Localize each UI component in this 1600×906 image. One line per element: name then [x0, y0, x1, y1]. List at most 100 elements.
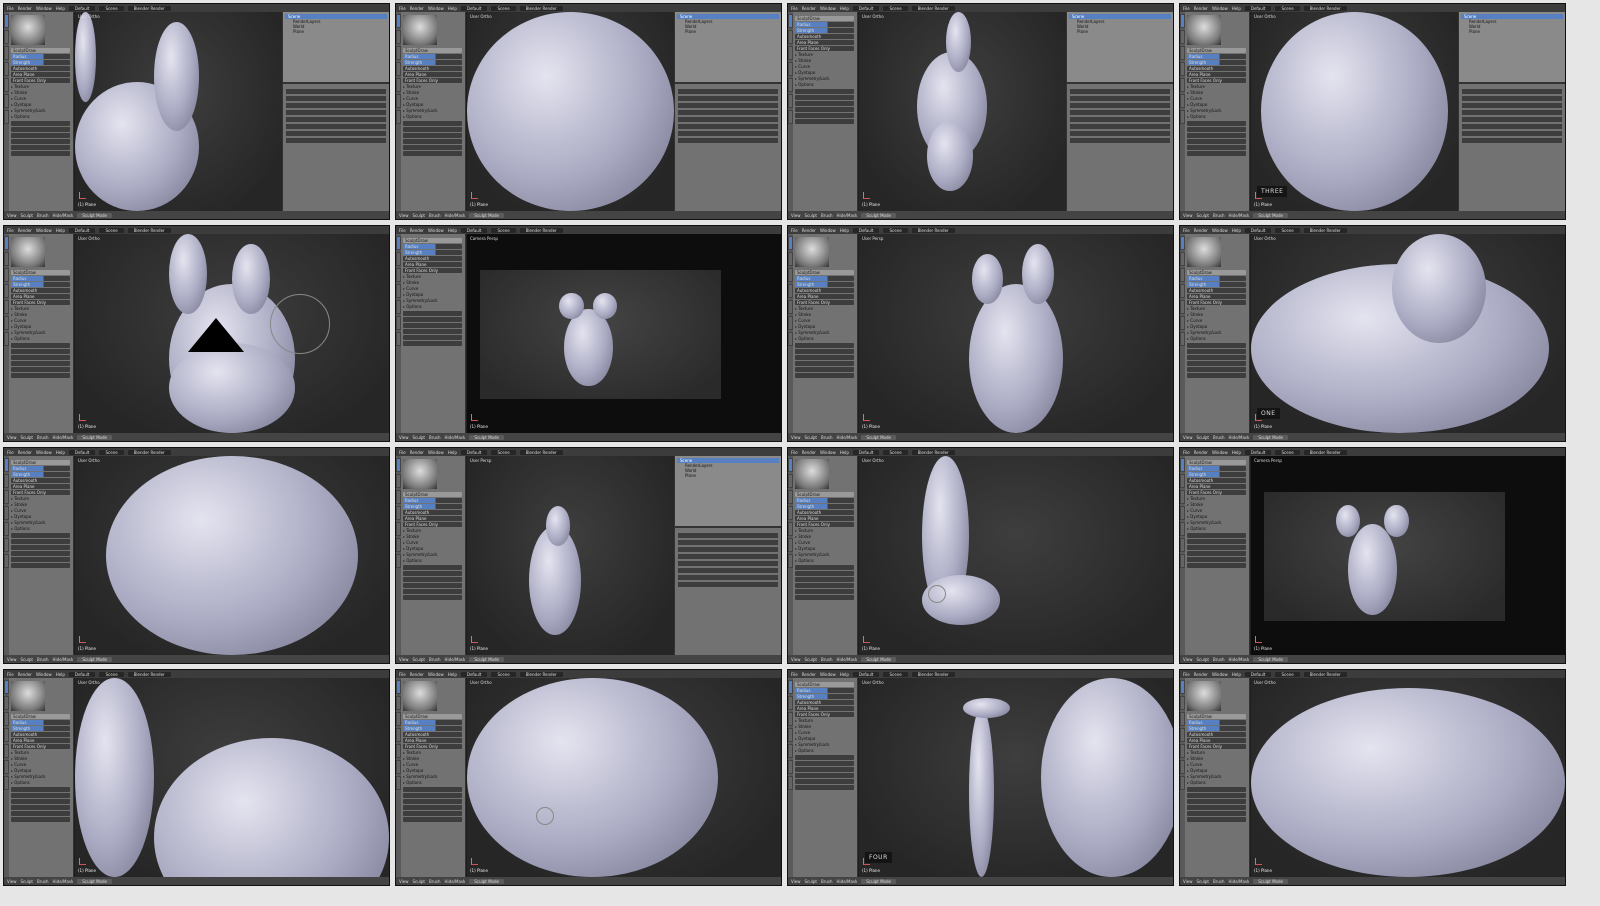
menu-render[interactable]: Render: [18, 228, 32, 233]
menu-file[interactable]: File: [1183, 450, 1190, 455]
sculpt-mesh[interactable]: [1041, 678, 1173, 877]
menu-file[interactable]: File: [7, 228, 14, 233]
tool-tab[interactable]: [788, 728, 793, 742]
menu-hide-mask[interactable]: Hide/Mask: [1229, 879, 1250, 884]
menu-window[interactable]: Window: [428, 672, 444, 677]
tool-tab[interactable]: [396, 62, 401, 76]
tool-tab[interactable]: [4, 744, 9, 758]
tool-tab[interactable]: [1180, 554, 1185, 568]
tool-tab[interactable]: [1180, 728, 1185, 742]
setting-row[interactable]: [795, 785, 854, 790]
menu-hide-mask[interactable]: Hide/Mask: [1229, 435, 1250, 440]
setting-row[interactable]: [1187, 805, 1246, 810]
setting-row[interactable]: [11, 557, 70, 562]
property-row[interactable]: [1070, 109, 1170, 115]
menu-view[interactable]: View: [7, 879, 17, 884]
brush-field[interactable]: Area Plane: [795, 294, 854, 299]
tool-tab[interactable]: [396, 14, 401, 28]
setting-row[interactable]: [795, 571, 854, 576]
setting-row[interactable]: [11, 151, 70, 156]
property-row[interactable]: [678, 532, 778, 538]
property-row[interactable]: [678, 539, 778, 545]
tool-tab[interactable]: [396, 458, 401, 472]
brush-name-field[interactable]: SculptDraw: [1187, 460, 1246, 465]
tool-tab[interactable]: [1180, 268, 1185, 282]
property-row[interactable]: [1070, 130, 1170, 136]
setting-row[interactable]: [403, 151, 462, 156]
menu-help[interactable]: Help: [56, 450, 65, 455]
property-row[interactable]: [678, 130, 778, 136]
panel-options[interactable]: Options: [1187, 526, 1246, 532]
tool-tab[interactable]: [788, 744, 793, 758]
layout-selector[interactable]: Default: [852, 5, 880, 11]
tool-tab[interactable]: [396, 474, 401, 488]
setting-row[interactable]: [403, 565, 462, 570]
panel-options[interactable]: Options: [403, 558, 462, 564]
setting-row[interactable]: [11, 551, 70, 556]
menu-render[interactable]: Render: [410, 672, 424, 677]
tool-tab[interactable]: [1180, 712, 1185, 726]
panel-options[interactable]: Options: [1187, 780, 1246, 786]
brush-name-field[interactable]: SculptDraw: [1187, 48, 1246, 53]
sculpt-mesh[interactable]: [972, 253, 1004, 304]
tool-tab[interactable]: [396, 696, 401, 710]
brush-field[interactable]: Radius: [11, 276, 70, 281]
setting-row[interactable]: [11, 373, 70, 378]
setting-row[interactable]: [795, 101, 854, 106]
render-engine-selector[interactable]: Blender Render: [911, 671, 955, 677]
property-row[interactable]: [286, 109, 386, 115]
setting-row[interactable]: [11, 361, 70, 366]
tool-tab[interactable]: [1180, 696, 1185, 710]
brush-field[interactable]: Front Faces Only: [1187, 300, 1246, 305]
menu-help[interactable]: Help: [56, 6, 65, 11]
menu-help[interactable]: Help: [1232, 672, 1241, 677]
property-row[interactable]: [678, 123, 778, 129]
brush-name-field[interactable]: SculptDraw: [403, 48, 462, 53]
brush-preview[interactable]: [1187, 237, 1221, 267]
tool-tab[interactable]: [1180, 284, 1185, 298]
render-engine-selector[interactable]: Blender Render: [127, 5, 171, 11]
setting-row[interactable]: [795, 779, 854, 784]
menu-window[interactable]: Window: [36, 450, 52, 455]
brush-field[interactable]: Strength: [403, 250, 462, 255]
properties-editor[interactable]: [283, 84, 389, 148]
menu-help[interactable]: Help: [1232, 450, 1241, 455]
setting-row[interactable]: [795, 113, 854, 118]
setting-row[interactable]: [403, 329, 462, 334]
tool-tab[interactable]: [1180, 78, 1185, 92]
tool-tab[interactable]: [4, 78, 9, 92]
property-row[interactable]: [1462, 102, 1562, 108]
tool-tab[interactable]: [788, 110, 793, 124]
tool-tab[interactable]: [396, 284, 401, 298]
brush-field[interactable]: Area Plane: [11, 72, 70, 77]
layout-selector[interactable]: Default: [460, 671, 488, 677]
tool-shelf-tabs[interactable]: [396, 12, 401, 211]
menu-view[interactable]: View: [791, 435, 801, 440]
3d-viewport[interactable]: User Ortho (1) Plane: [75, 12, 282, 211]
menu-help[interactable]: Help: [1232, 6, 1241, 11]
tool-tab[interactable]: [396, 490, 401, 504]
tool-shelf-tabs[interactable]: [1180, 234, 1185, 433]
setting-row[interactable]: [1187, 367, 1246, 372]
layout-selector[interactable]: Default: [852, 227, 880, 233]
menu-brush[interactable]: Brush: [821, 879, 833, 884]
menu-file[interactable]: File: [399, 450, 406, 455]
menu-render[interactable]: Render: [1194, 450, 1208, 455]
tool-tab[interactable]: [396, 712, 401, 726]
property-row[interactable]: [678, 567, 778, 573]
setting-row[interactable]: [1187, 139, 1246, 144]
render-engine-selector[interactable]: Blender Render: [911, 5, 955, 11]
tool-tab[interactable]: [1180, 252, 1185, 266]
menu-brush[interactable]: Brush: [429, 879, 441, 884]
sculpt-mesh[interactable]: [968, 707, 994, 877]
menu-window[interactable]: Window: [428, 450, 444, 455]
property-row[interactable]: [1462, 123, 1562, 129]
menu-sculpt[interactable]: Sculpt: [1197, 879, 1210, 884]
tool-tab[interactable]: [1180, 94, 1185, 108]
tool-tab[interactable]: [788, 712, 793, 726]
brush-field[interactable]: Front Faces Only: [795, 712, 854, 717]
brush-preview[interactable]: [403, 681, 437, 711]
3d-viewport[interactable]: User Ortho (1) Plane: [75, 234, 389, 433]
setting-row[interactable]: [795, 355, 854, 360]
brush-field[interactable]: Front Faces Only: [403, 744, 462, 749]
